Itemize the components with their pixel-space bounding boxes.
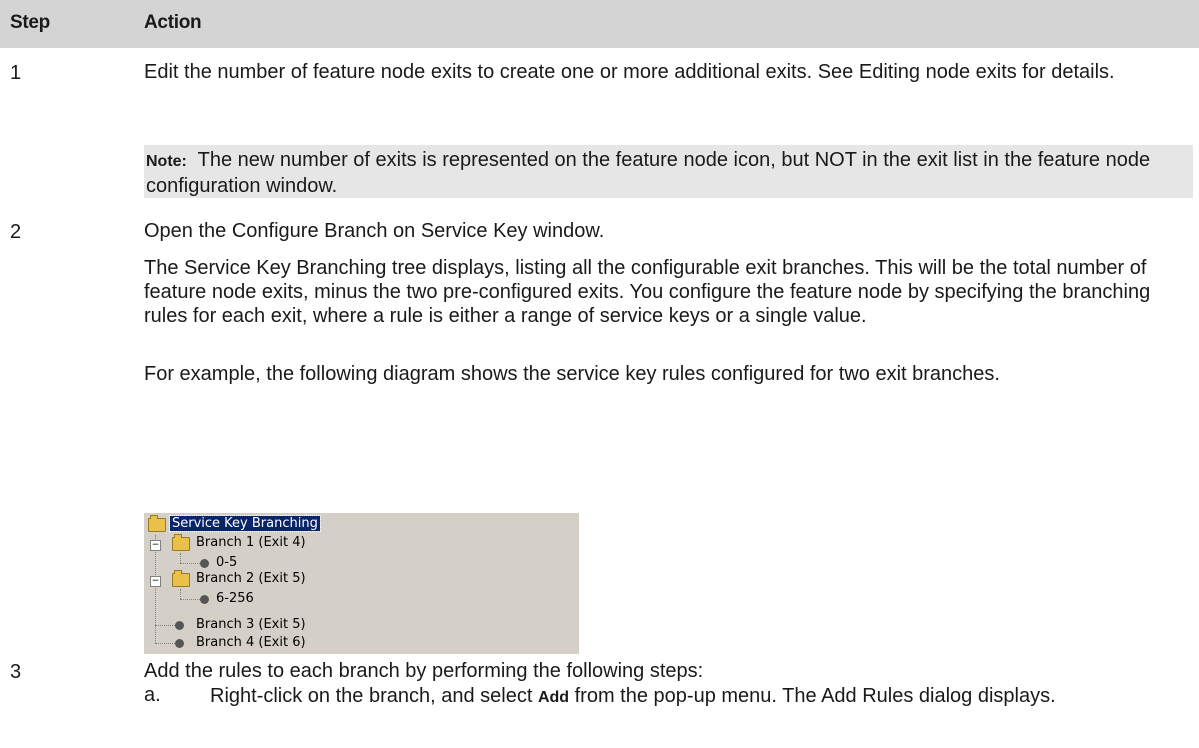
folder-icon xyxy=(172,570,190,587)
step-number-1: 1 xyxy=(10,62,22,84)
table-header: Step Action xyxy=(0,0,1199,48)
step-number-3: 3 xyxy=(10,661,22,683)
bullet-icon xyxy=(175,639,184,648)
bullet-icon xyxy=(200,559,209,568)
step-number-2: 2 xyxy=(10,221,22,243)
action-column-header: Action xyxy=(144,12,202,33)
step-column-header: Step xyxy=(10,12,50,33)
tree-branch-1: Branch 1 (Exit 4) xyxy=(196,535,306,550)
substep-a-pre: Right-click on the branch, and select xyxy=(210,685,538,707)
bullet-icon xyxy=(175,621,184,630)
step-2-p1: Open the Configure Branch on Service Key… xyxy=(144,220,605,242)
tree-root: Service Key Branching xyxy=(169,515,321,532)
note-box: Note: The new number of exits is represe… xyxy=(144,145,1193,198)
step-2-p2: The Service Key Branching tree displays,… xyxy=(144,257,1151,327)
collapse-icon: − xyxy=(150,540,161,551)
bullet-icon xyxy=(200,595,209,604)
tree-branch-3: Branch 3 (Exit 5) xyxy=(196,617,306,632)
note-content: Note: The new number of exits is represe… xyxy=(146,148,1186,198)
substep-a-bold: Add xyxy=(537,689,570,706)
folder-icon xyxy=(172,534,190,551)
folder-icon xyxy=(148,515,166,532)
step-3-intro: Add the rules to each branch by performi… xyxy=(144,660,704,682)
tree-branch-2: Branch 2 (Exit 5) xyxy=(196,571,306,586)
substep-a-text: Right-click on the branch, and select Ad… xyxy=(210,684,1185,710)
substep-a-marker: a. xyxy=(144,684,161,706)
tree-branch-2-rule: 6-256 xyxy=(216,591,254,606)
step-2-p3: For example, the following diagram shows… xyxy=(144,363,1000,385)
step-1-text: Edit the number of feature node exits to… xyxy=(144,61,1115,83)
note-text: The new number of exits is represented o… xyxy=(146,149,1151,197)
note-label: Note: xyxy=(146,153,187,170)
tree-branch-4: Branch 4 (Exit 6) xyxy=(196,635,306,650)
substep-a-post: from the pop-up menu. The Add Rules dial… xyxy=(569,685,1056,707)
collapse-icon: − xyxy=(150,576,161,587)
service-key-tree-image: Service Key Branching − Branch 1 (Exit 4… xyxy=(144,513,579,654)
